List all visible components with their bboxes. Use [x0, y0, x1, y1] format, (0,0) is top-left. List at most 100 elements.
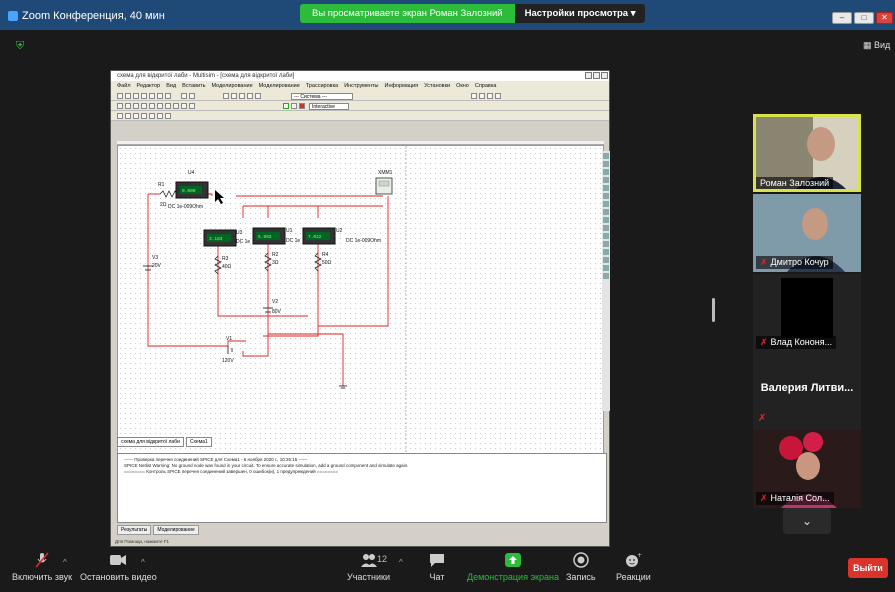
tab-results[interactable]: Результаты: [117, 525, 152, 535]
save-icon[interactable]: [133, 93, 139, 99]
cut-icon[interactable]: [149, 93, 155, 99]
component-icon[interactable]: [181, 103, 187, 109]
paste-icon[interactable]: [165, 93, 171, 99]
menu-item[interactable]: Инструменты: [344, 81, 378, 91]
reactions-button[interactable]: + Реакции: [616, 552, 651, 582]
pause-simulation-icon[interactable]: [291, 103, 297, 109]
ground-symbol[interactable]: [339, 385, 347, 389]
instrument-icon[interactable]: [133, 113, 139, 119]
instrument-icon[interactable]: [603, 265, 609, 271]
source-v1[interactable]: V1 120V: [222, 336, 234, 364]
shared-screen[interactable]: схема для відкритої лаби - Multisim - [с…: [110, 70, 610, 547]
menu-item[interactable]: Установки: [424, 81, 450, 91]
instrument-icon[interactable]: [603, 241, 609, 247]
instrument-icon[interactable]: [603, 153, 609, 159]
audio-options-caret-icon[interactable]: ^: [63, 558, 67, 567]
menu-item[interactable]: Файл: [117, 81, 131, 91]
instrument-icon[interactable]: [603, 233, 609, 239]
instrument-icon[interactable]: [125, 113, 131, 119]
stop-video-button[interactable]: Остановить видео: [80, 552, 157, 582]
share-screen-button[interactable]: Демонстрация экрана: [467, 552, 559, 582]
component-icon[interactable]: [125, 103, 131, 109]
participant-tile[interactable]: ✗ Влад Кононя...: [753, 274, 861, 352]
resistor-r3[interactable]: R3 40Ω: [214, 255, 232, 275]
instrument-icon[interactable]: [603, 225, 609, 231]
run-simulation-icon[interactable]: [283, 103, 289, 109]
instrument-icon[interactable]: [157, 113, 163, 119]
record-button[interactable]: Запись: [566, 552, 596, 582]
participant-tile[interactable]: ✗ Дмитро Кочур: [753, 194, 861, 272]
menu-item[interactable]: Вставить: [182, 81, 205, 91]
zoom-area-icon[interactable]: [487, 93, 493, 99]
maximize-button[interactable]: □: [854, 12, 874, 24]
ms-close-icon[interactable]: [601, 72, 608, 79]
meter-u3[interactable]: 3.183 U3 DC 1e: [203, 229, 250, 247]
close-button[interactable]: ✕: [876, 12, 893, 24]
interactive-mode[interactable]: Interactive: [309, 103, 349, 110]
resistor-r2[interactable]: R2 3Ω: [264, 252, 279, 272]
meter-u1[interactable]: 5.903 U1 DC 1e: [252, 227, 300, 245]
view-options-button[interactable]: Настройки просмотра ▾: [514, 4, 646, 23]
source-v2[interactable]: V2 80V: [263, 299, 282, 315]
tool-icon[interactable]: [231, 93, 237, 99]
tool-icon[interactable]: [239, 93, 245, 99]
participant-tile[interactable]: ✗ Наталія Сол...: [753, 430, 861, 508]
tool-icon[interactable]: [247, 93, 253, 99]
minimize-button[interactable]: –: [832, 12, 852, 24]
tab-simulation[interactable]: Моделирование: [153, 525, 199, 535]
tool-icon[interactable]: [255, 93, 261, 99]
instrument-icon[interactable]: [603, 217, 609, 223]
video-options-caret-icon[interactable]: ^: [141, 558, 145, 567]
leave-button[interactable]: Выйти: [848, 558, 888, 578]
menu-item[interactable]: Окно: [456, 81, 469, 91]
instrument-icon[interactable]: [165, 113, 171, 119]
new-icon[interactable]: [117, 93, 123, 99]
component-icon[interactable]: [149, 103, 155, 109]
component-icon[interactable]: [117, 103, 123, 109]
view-button[interactable]: ▦ Вид: [863, 40, 890, 51]
design-select[interactable]: --- Система ---: [291, 93, 353, 100]
instrument-icon[interactable]: [603, 161, 609, 167]
open-icon[interactable]: [125, 93, 131, 99]
instrument-icon[interactable]: [603, 193, 609, 199]
component-icon[interactable]: [165, 103, 171, 109]
participant-tile[interactable]: Роман Залозний: [753, 114, 861, 192]
menu-item[interactable]: Редактор: [137, 81, 161, 91]
menu-item[interactable]: Вид: [166, 81, 176, 91]
tool-icon[interactable]: [223, 93, 229, 99]
instrument-icon[interactable]: [141, 113, 147, 119]
menu-item[interactable]: Трассировка: [306, 81, 338, 91]
instrument-icon[interactable]: [149, 113, 155, 119]
instrument-icon[interactable]: [603, 257, 609, 263]
shield-icon[interactable]: ⛨: [16, 40, 27, 52]
instrument-icon[interactable]: [603, 169, 609, 175]
instrument-icon[interactable]: [117, 113, 123, 119]
tab-design[interactable]: схема для відкритої лаби: [117, 437, 184, 447]
zoom-in-icon[interactable]: [471, 93, 477, 99]
participant-tile[interactable]: Валерия Литви... ✗: [753, 352, 861, 430]
unmute-button[interactable]: Включить звук: [12, 552, 72, 582]
undo-icon[interactable]: [181, 93, 187, 99]
ms-minimize-icon[interactable]: [585, 72, 592, 79]
scroll-down-button[interactable]: ⌄: [783, 508, 831, 534]
component-icon[interactable]: [157, 103, 163, 109]
participants-caret-icon[interactable]: ^: [399, 558, 403, 567]
menu-item[interactable]: Справка: [475, 81, 497, 91]
schematic-workspace[interactable]: R1 2Ω U4 0.000 DC 1e-009Ohm 3.183 U3 DC …: [117, 145, 604, 502]
redo-icon[interactable]: [189, 93, 195, 99]
menu-item[interactable]: Моделирование: [259, 81, 300, 91]
chat-button[interactable]: Чат: [428, 552, 446, 582]
tab-schema1[interactable]: Схема1: [185, 437, 212, 447]
instrument-icon[interactable]: [603, 177, 609, 183]
resize-handle[interactable]: [712, 298, 715, 322]
copy-icon[interactable]: [157, 93, 163, 99]
source-v3[interactable]: V3 20V: [143, 255, 162, 271]
component-icon[interactable]: [189, 103, 195, 109]
resistor-r4[interactable]: R4 50Ω: [314, 252, 332, 272]
instrument-icon[interactable]: [603, 185, 609, 191]
meter-u2[interactable]: 7.022 U2 DC 1e-009Ohm: [302, 227, 381, 245]
print-icon[interactable]: [141, 93, 147, 99]
component-icon[interactable]: [133, 103, 139, 109]
ms-maximize-icon[interactable]: [593, 72, 600, 79]
instrument-icon[interactable]: [603, 201, 609, 207]
